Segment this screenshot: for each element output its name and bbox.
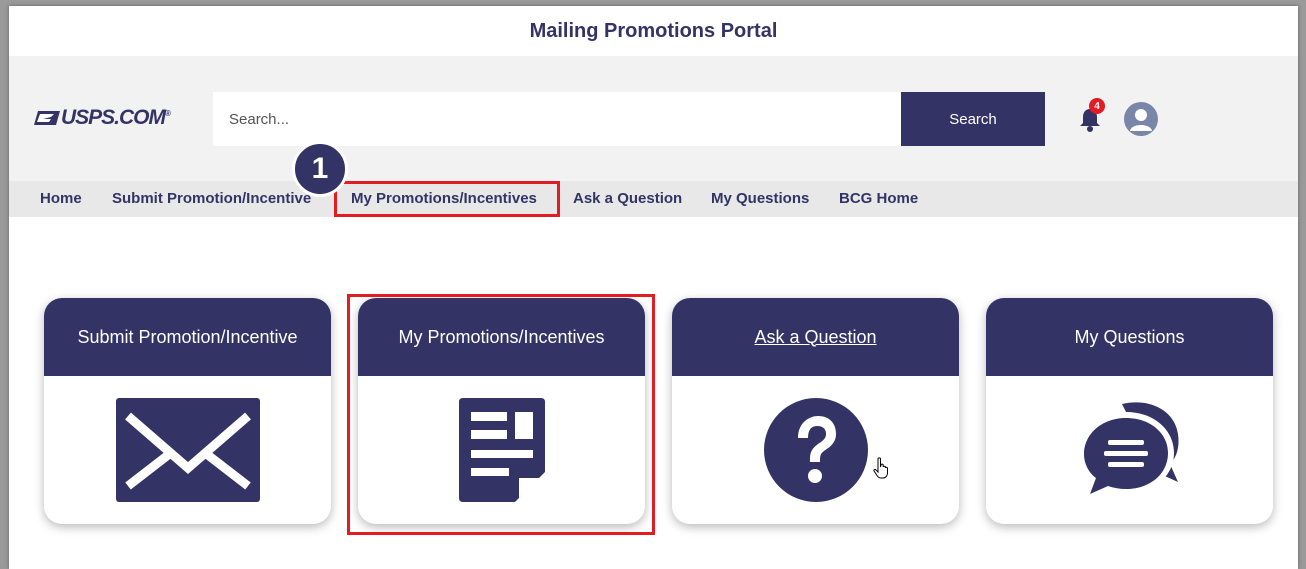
card-body — [44, 376, 331, 524]
site-header: USPS.COM® Search 4 — [9, 56, 1298, 181]
chat-bubbles-icon — [1077, 402, 1179, 500]
portal-window: Mailing Promotions Portal USPS.COM® Sear… — [9, 6, 1298, 569]
title-bar: Mailing Promotions Portal — [9, 6, 1298, 56]
usps-logo[interactable]: USPS.COM® — [34, 106, 171, 130]
nav-item-ask-question[interactable]: Ask a Question — [573, 190, 682, 207]
nav-item-home[interactable]: Home — [40, 190, 82, 207]
card-header: My Questions — [986, 298, 1273, 376]
user-silhouette — [1130, 109, 1152, 131]
card-ask-question[interactable]: Ask a Question — [672, 298, 959, 524]
question-icon — [763, 398, 868, 502]
card-label: My Questions — [1074, 326, 1185, 347]
card-submit-promotion[interactable]: Submit Promotion/Incentive — [44, 298, 331, 524]
user-avatar-icon[interactable] — [1124, 102, 1158, 136]
nav-item-submit-promotion[interactable]: Submit Promotion/Incentive — [112, 190, 311, 207]
notification-count-badge: 4 — [1089, 98, 1105, 114]
card-header: Ask a Question — [672, 298, 959, 376]
hand-pointer-cursor-icon — [873, 457, 888, 479]
logo-text: USPS.COM® — [61, 106, 171, 129]
notifications-button[interactable]: 4 — [1078, 98, 1105, 133]
envelope-icon — [115, 398, 260, 502]
search-input[interactable] — [213, 92, 901, 146]
card-my-questions[interactable]: My Questions — [986, 298, 1273, 524]
step-number-marker: 1 — [292, 141, 348, 197]
eagle-icon — [34, 111, 60, 125]
card-body — [672, 376, 959, 524]
nav-item-my-questions[interactable]: My Questions — [711, 190, 809, 207]
card-header: Submit Promotion/Incentive — [44, 298, 331, 376]
nav-highlight-box — [334, 181, 560, 217]
card-highlight-box — [347, 294, 655, 535]
card-label: Submit Promotion/Incentive — [77, 326, 298, 347]
card-body — [986, 376, 1273, 524]
search-button[interactable]: Search — [901, 92, 1045, 146]
card-label: Ask a Question — [754, 326, 877, 347]
portal-title: Mailing Promotions Portal — [529, 19, 778, 42]
main-nav: Home Submit Promotion/Incentive My Promo… — [9, 181, 1298, 217]
nav-item-bcg-home[interactable]: BCG Home — [839, 190, 918, 207]
